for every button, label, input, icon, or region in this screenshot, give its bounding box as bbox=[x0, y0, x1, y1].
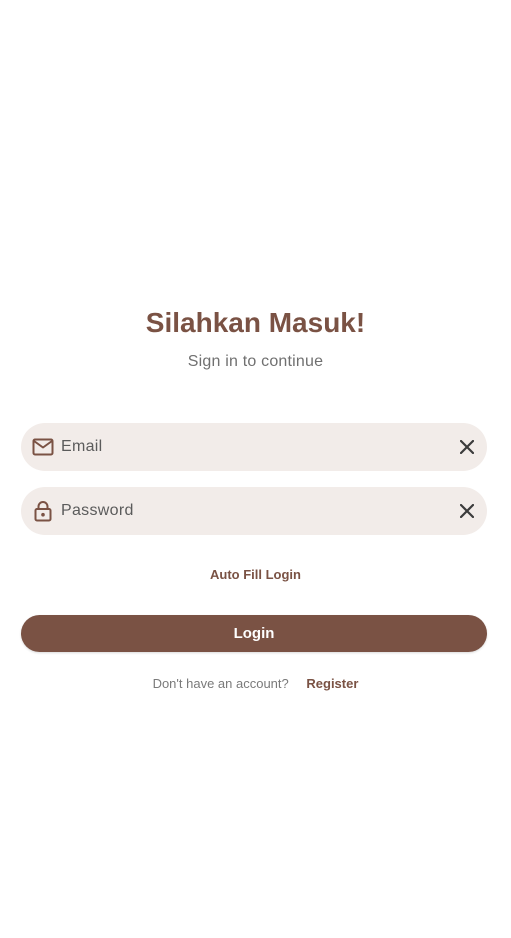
mail-icon bbox=[31, 435, 55, 459]
clear-email-icon[interactable] bbox=[455, 435, 479, 459]
autofill-row: Auto Fill Login bbox=[0, 566, 511, 584]
page-title: Silahkan Masuk! bbox=[145, 307, 366, 338]
email-field[interactable] bbox=[21, 423, 487, 471]
login-screen: Silahkan Masuk! Sign in to continue Emai… bbox=[0, 0, 511, 938]
password-input[interactable] bbox=[61, 487, 441, 535]
autofill-login-button[interactable]: Auto Fill Login bbox=[210, 567, 301, 582]
login-button[interactable]: Login bbox=[21, 615, 487, 652]
lock-icon bbox=[31, 499, 55, 523]
clear-password-icon[interactable] bbox=[455, 499, 479, 523]
password-field[interactable] bbox=[21, 487, 487, 535]
page-subtitle: Sign in to continue bbox=[187, 353, 324, 370]
register-prompt: Don't have an account? bbox=[152, 676, 289, 691]
register-row: Don't have an account? Register bbox=[0, 675, 511, 693]
register-link[interactable]: Register bbox=[306, 676, 358, 691]
email-input[interactable] bbox=[61, 423, 441, 471]
